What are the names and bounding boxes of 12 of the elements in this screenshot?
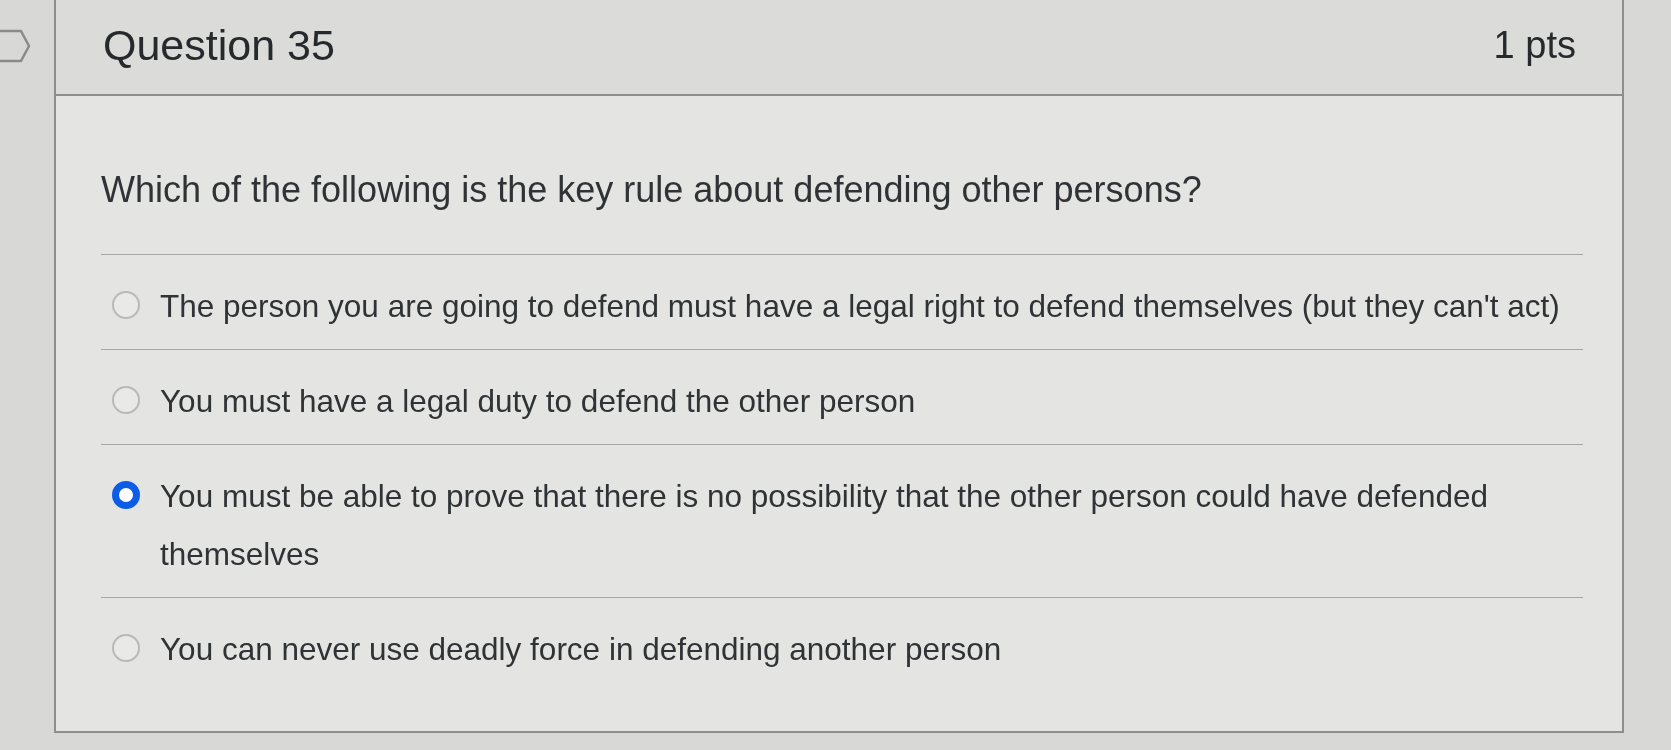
flag-icon[interactable]	[0, 29, 31, 63]
question-text: Which of the following is the key rule about defending other persons?	[101, 168, 1583, 255]
answer-label[interactable]: You can never use deadly force in defending another person	[160, 620, 1583, 678]
answer-label[interactable]: The person you are going to defend must have a legal right to defend themselves (but they can't act)	[160, 277, 1583, 335]
radio-button[interactable]	[112, 386, 140, 414]
radio-button[interactable]	[112, 481, 140, 509]
radio-button[interactable]	[112, 634, 140, 662]
question-title: Question 35	[103, 20, 335, 70]
answer-label[interactable]: You must have a legal duty to defend the other person	[160, 372, 1583, 430]
answer-label[interactable]: You must be able to prove that there is no possibility that the other person could have defended themselves	[160, 467, 1583, 583]
radio-button[interactable]	[112, 291, 140, 319]
question-points: 1 pts	[1493, 23, 1576, 67]
